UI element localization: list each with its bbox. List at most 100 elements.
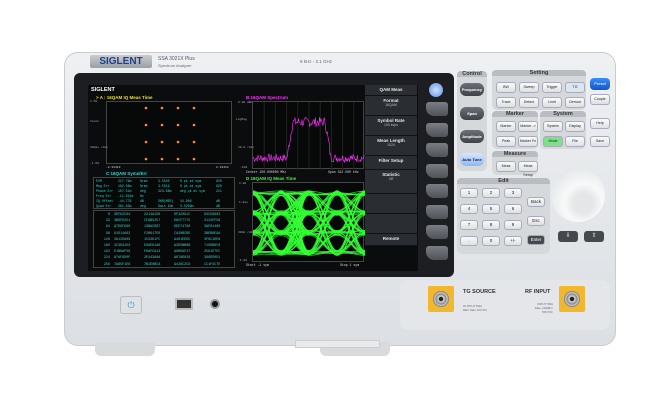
audio-jack[interactable] (210, 299, 220, 309)
trace-button[interactable]: Trace (496, 97, 516, 108)
amplitude-button[interactable]: Amplitude (460, 130, 484, 143)
panel-d-title: D 16QAM IQ Meas Time (246, 176, 297, 181)
rotary-knob[interactable] (551, 168, 605, 222)
measure-button-1[interactable]: Meas Setup (518, 161, 538, 177)
metrics-table: EVM 217.79m %rms 3.5520% pk at sym 920 Mag Er… (93, 177, 235, 209)
softkey-button-3[interactable] (426, 143, 448, 157)
frequency-button[interactable]: Frequency (460, 83, 484, 96)
tg-source-note: OUTPUT 50Ω REV Max 10V DC (463, 304, 488, 312)
softkey-button-1[interactable] (426, 102, 448, 116)
constellation-point (176, 123, 180, 127)
marker-button-2[interactable]: Peak (496, 136, 516, 147)
softkey-button-6[interactable] (426, 204, 448, 219)
couple-button[interactable]: Couple (590, 94, 610, 105)
marker-button-0[interactable]: Marker (496, 121, 516, 132)
softkey-value: 100 ksps (383, 123, 398, 127)
detect-button[interactable]: Detect (519, 97, 539, 108)
rf-input-connector[interactable] (559, 286, 585, 312)
constellation-point (192, 157, 196, 161)
softkey-menu-item[interactable]: Filter Setup (365, 156, 417, 170)
softkey-menu-item[interactable]: Statistic Off (365, 170, 417, 194)
symbol-cell: A428C2CD (174, 262, 191, 267)
softkey-menu-item[interactable]: Remote (365, 234, 417, 246)
trigger-button[interactable]: Trigger (542, 82, 562, 93)
tg-button[interactable]: TG (565, 82, 585, 93)
key-5[interactable]: 6 (504, 204, 522, 214)
axis-label: LogMag (236, 118, 247, 121)
constellation-point (176, 140, 180, 144)
softkey-menu-item[interactable]: QAM Meas (365, 85, 417, 96)
panel-c-title: C 16QAM Syms/Err (106, 171, 148, 176)
marker-button-3[interactable]: Marker Fn (518, 136, 538, 147)
softkey-button-8[interactable] (426, 245, 448, 260)
constellation-point (144, 157, 148, 161)
enter-button[interactable]: Enter (527, 235, 545, 245)
start-symbol: Start -1 sym (246, 263, 269, 267)
softkey-menu-item[interactable]: Format 16QAM (365, 96, 417, 116)
softkey-button-7[interactable] (426, 225, 448, 239)
eye-diagram-plot (224, 190, 366, 256)
power-button[interactable]: ⏻ (120, 296, 142, 314)
key-6[interactable]: 7 (460, 220, 478, 230)
usb-port[interactable] (175, 298, 193, 310)
constellation-point (176, 106, 180, 110)
key-9[interactable]: . (460, 236, 478, 246)
arrow-down-button[interactable]: ⇩ (558, 231, 578, 242)
esc-button[interactable]: Esc (527, 216, 545, 226)
key-10[interactable]: 0 (482, 236, 500, 246)
save-button[interactable]: Save (590, 136, 610, 147)
arrow-up-button[interactable]: ⇧ (584, 231, 604, 242)
limit-button[interactable]: Limit (542, 97, 562, 108)
softkey-menu-item[interactable]: Meas Length 1024 (365, 136, 417, 156)
panel-d-eye-diagram (224, 182, 366, 262)
menu-toggle-button[interactable] (429, 83, 443, 97)
spectrum-plot (252, 102, 365, 170)
constellation-point (144, 140, 148, 144)
constellation-point (160, 140, 164, 144)
help-button[interactable]: Help (590, 118, 610, 129)
span: Span 312.500 kHz (328, 170, 359, 174)
foot-left (95, 342, 155, 356)
system-button[interactable]: System (543, 121, 563, 132)
marker-button-1[interactable]: Marker -> (518, 121, 538, 132)
measure-button-0[interactable]: Meas (496, 161, 516, 172)
key-3[interactable]: 4 (460, 204, 478, 214)
key-1[interactable]: 2 (482, 188, 500, 198)
control-label: Control (457, 71, 487, 77)
preset-button[interactable]: Preset (590, 78, 610, 90)
back-button[interactable]: Back (527, 197, 545, 207)
tg-source-connector[interactable] (428, 286, 454, 312)
demod-button[interactable]: Demod (565, 97, 585, 108)
panel-a-title: > A : 16QAM IQ Meas Time (96, 95, 153, 100)
key-11[interactable]: +/- (504, 236, 522, 246)
bw-button[interactable]: BW (496, 82, 516, 93)
key-7[interactable]: 8 (482, 220, 500, 230)
file-button[interactable]: File (565, 136, 585, 147)
span-button[interactable]: Span (460, 107, 484, 120)
metric-cell: Quad Err (96, 204, 112, 208)
softkey-menu-item[interactable] (365, 214, 417, 234)
system-label: System (540, 111, 586, 117)
key-2[interactable]: 3 (504, 188, 522, 198)
mode-button[interactable]: Mode (543, 136, 563, 147)
softkey-menu-item[interactable]: Symbol Rate 100 ksps (365, 116, 417, 136)
rf-input-note: INPUT 50Ω Max +30dBm 50V DC (535, 302, 553, 314)
softkey-button-2[interactable] (426, 122, 448, 137)
symbol-cell: CC1F4C7E (204, 262, 221, 267)
key-4[interactable]: 5 (482, 204, 500, 214)
display-button[interactable]: Display (565, 121, 585, 132)
softkey-label: Remote (382, 236, 400, 241)
softkey-value: 1024 (387, 143, 395, 147)
softkey-button-4[interactable] (426, 163, 448, 178)
axis-label: -1.50 (90, 162, 100, 165)
softkey-menu-item[interactable] (365, 194, 417, 214)
panel-a-constellation (106, 101, 232, 164)
sweep-button[interactable]: Sweep (519, 82, 539, 93)
key-8[interactable]: 9 (504, 220, 522, 230)
softkey-label: Filter Setup (378, 158, 404, 163)
symbol-cell: 256 (103, 262, 110, 267)
key-0[interactable]: 1 (460, 188, 478, 198)
softkey-button-5[interactable] (426, 184, 448, 198)
panel-b-spectrum (252, 101, 365, 170)
auto-tune-button[interactable]: Auto Tune (460, 153, 484, 166)
